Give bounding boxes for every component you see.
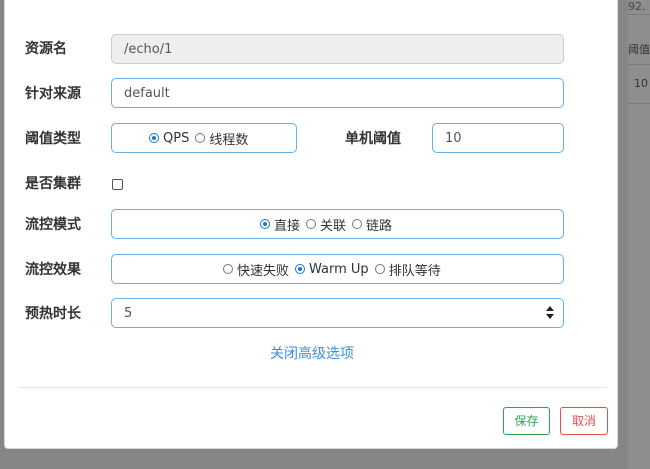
strategy-option-label: 链路 [366, 218, 393, 234]
number-stepper-icon[interactable] [546, 306, 554, 320]
limit-app-input[interactable] [111, 78, 564, 108]
threshold-label: 单机阈值 [345, 131, 401, 147]
stepper-up-icon [546, 306, 554, 311]
behavior-option-warm-up[interactable]: Warm Up [295, 262, 369, 277]
grade-option-thread[interactable]: 线程数 [195, 129, 248, 148]
radio-unchecked-icon [306, 219, 317, 229]
background-header-text: 92. [628, 0, 646, 13]
radio-unchecked-icon [374, 264, 385, 274]
background-table: 92. 阈值 10 [628, 0, 650, 469]
grade-radio-group: QPS 线程数 [111, 123, 297, 153]
radio-checked-icon [260, 219, 270, 229]
resource-name-label: 资源名 [25, 41, 67, 57]
behavior-option-label: Warm Up [309, 261, 369, 277]
control-behavior-radio-group: 快速失败 Warm Up 排队等待 [111, 254, 564, 284]
resource-name-input[interactable] [111, 34, 564, 64]
radio-unchecked-icon [352, 219, 363, 229]
save-button[interactable]: 保存 [503, 407, 550, 435]
behavior-option-label: 快速失败 [237, 263, 290, 279]
warmup-field [111, 298, 564, 328]
radio-unchecked-icon [195, 133, 206, 143]
strategy-option-chain[interactable]: 链路 [352, 215, 392, 234]
behavior-option-label: 排队等待 [388, 263, 441, 279]
background-divider [628, 64, 650, 65]
background-column-header: 阈值 [628, 43, 650, 56]
threshold-input[interactable] [432, 123, 564, 153]
grade-option-qps[interactable]: QPS [149, 131, 189, 146]
strategy-label: 流控模式 [25, 217, 81, 233]
strategy-option-label: 关联 [320, 218, 347, 234]
background-cell-value: 10 [634, 77, 648, 90]
strategy-option-relate[interactable]: 关联 [306, 215, 346, 234]
toggle-advanced-options-link[interactable]: 关闭高级选项 [270, 343, 354, 363]
radio-checked-icon [149, 133, 159, 143]
flow-rule-dialog: 资源名 针对来源 阈值类型 QPS 线程数 单机阈值 是否集群 流控模式 直接 [4, 0, 618, 449]
cancel-button[interactable]: 取消 [560, 407, 608, 435]
grade-option-label: 线程数 [209, 132, 249, 148]
strategy-option-label: 直接 [274, 218, 301, 234]
behavior-option-fast-fail[interactable]: 快速失败 [223, 260, 289, 279]
stepper-down-icon [546, 314, 554, 319]
radio-checked-icon [295, 264, 306, 274]
grade-label: 阈值类型 [25, 131, 81, 147]
radio-unchecked-icon [223, 264, 233, 274]
warmup-input[interactable] [111, 298, 564, 328]
behavior-option-queue[interactable]: 排队等待 [374, 260, 441, 279]
warmup-label: 预热时长 [25, 306, 81, 322]
control-behavior-label: 流控效果 [25, 262, 81, 278]
grade-option-label: QPS [163, 130, 190, 146]
background-divider [628, 103, 650, 104]
strategy-radio-group: 直接 关联 链路 [111, 209, 564, 239]
cluster-checkbox[interactable] [112, 179, 123, 190]
footer-divider [19, 387, 607, 388]
limit-app-label: 针对来源 [25, 86, 81, 102]
strategy-option-direct[interactable]: 直接 [260, 215, 300, 234]
background-divider [628, 14, 650, 15]
cluster-label: 是否集群 [25, 176, 81, 192]
